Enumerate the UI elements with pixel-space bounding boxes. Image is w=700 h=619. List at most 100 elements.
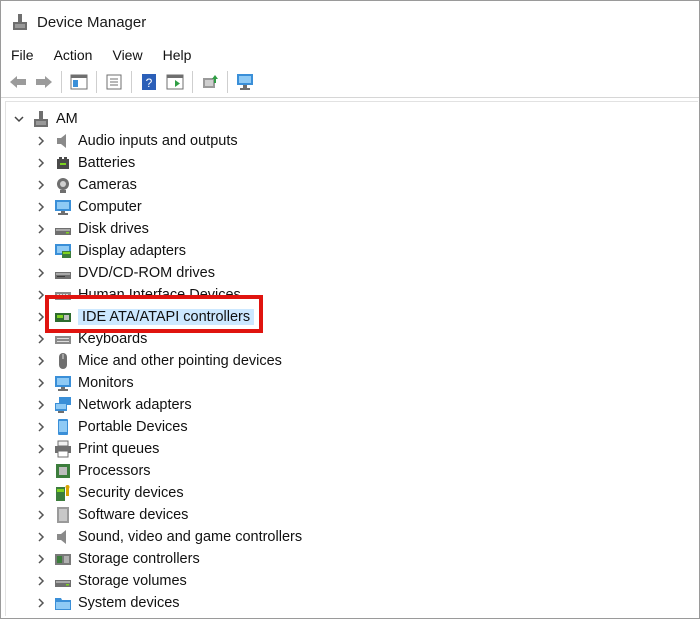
monitor-icon <box>54 198 72 216</box>
tree-item-label: Processors <box>78 463 151 479</box>
tree-item-disk-drives[interactable]: Disk drives <box>34 218 149 240</box>
processor-icon <box>54 462 72 480</box>
window-title: Device Manager <box>37 13 147 31</box>
tree-item-cameras[interactable]: Cameras <box>34 174 137 196</box>
tree-item-label: Cameras <box>78 177 137 193</box>
tree-item-label: System devices <box>78 595 180 611</box>
tree-item-print-queues[interactable]: Print queues <box>34 438 159 460</box>
tree-item-label: Monitors <box>78 375 134 391</box>
network-icon <box>54 396 72 414</box>
chevron-right-icon[interactable] <box>34 398 48 412</box>
system-folder-icon <box>54 594 72 612</box>
mouse-icon <box>54 352 72 370</box>
tree-item-label: Audio inputs and outputs <box>78 133 238 149</box>
tree-item-dvd[interactable]: DVD/CD-ROM drives <box>34 262 215 284</box>
device-tree: AM Audio inputs and outputs Batteries Ca… <box>5 101 698 616</box>
title-bar: Device Manager <box>1 1 699 43</box>
tree-item-system-devices[interactable]: System devices <box>34 592 180 614</box>
toolbar-separator <box>61 71 62 93</box>
device-manager-window: Device Manager File Action View Help ? A… <box>0 0 700 619</box>
speaker-icon <box>54 528 72 546</box>
menu-file[interactable]: File <box>11 47 34 63</box>
menu-help[interactable]: Help <box>163 47 192 63</box>
update-driver-icon[interactable] <box>199 71 221 93</box>
menu-view[interactable]: View <box>112 47 142 63</box>
tree-item-label: Security devices <box>78 485 184 501</box>
chevron-right-icon[interactable] <box>34 420 48 434</box>
tree-item-label: Disk drives <box>78 221 149 237</box>
tree-item-label: Storage volumes <box>78 573 187 589</box>
tree-item-software[interactable]: Software devices <box>34 504 188 526</box>
tree-item-audio[interactable]: Audio inputs and outputs <box>34 130 238 152</box>
svg-text:?: ? <box>146 76 153 90</box>
tree-item-security[interactable]: Security devices <box>34 482 184 504</box>
chevron-right-icon[interactable] <box>34 156 48 170</box>
storage-controller-icon <box>54 550 72 568</box>
tree-item-portable[interactable]: Portable Devices <box>34 416 188 438</box>
printer-icon <box>54 440 72 458</box>
tree-item-label: Mice and other pointing devices <box>78 353 282 369</box>
chevron-right-icon[interactable] <box>34 332 48 346</box>
chevron-right-icon[interactable] <box>34 464 48 478</box>
show-hide-tree-icon[interactable] <box>68 71 90 93</box>
chevron-right-icon[interactable] <box>34 574 48 588</box>
toolbar-separator <box>96 71 97 93</box>
chevron-right-icon[interactable] <box>34 508 48 522</box>
chevron-right-icon[interactable] <box>34 596 48 610</box>
tree-item-label: Batteries <box>78 155 136 171</box>
chevron-right-icon[interactable] <box>34 134 48 148</box>
disk-icon <box>54 220 72 238</box>
tree-item-label: Print queues <box>78 441 160 457</box>
tree-item-label: Storage controllers <box>78 551 200 567</box>
tree-root-label: AM <box>56 111 78 127</box>
properties-icon[interactable] <box>103 71 125 93</box>
security-icon <box>54 484 72 502</box>
chevron-right-icon[interactable] <box>34 442 48 456</box>
chevron-right-icon[interactable] <box>34 266 48 280</box>
software-device-icon <box>54 506 72 524</box>
monitor-icon <box>54 374 72 392</box>
chevron-down-icon[interactable] <box>12 112 26 126</box>
tree-item-label: Network adapters <box>78 397 192 413</box>
chevron-right-icon[interactable] <box>34 376 48 390</box>
toolbar-separator <box>227 71 228 93</box>
camera-icon <box>54 176 72 194</box>
forward-icon[interactable] <box>33 71 55 93</box>
chevron-right-icon[interactable] <box>34 222 48 236</box>
tree-item-network[interactable]: Network adapters <box>34 394 192 416</box>
toolbar-separator <box>192 71 193 93</box>
tree-item-monitors[interactable]: Monitors <box>34 372 134 394</box>
help-icon[interactable]: ? <box>138 71 160 93</box>
battery-icon <box>54 154 72 172</box>
toolbar: ? <box>1 67 699 98</box>
chevron-right-icon[interactable] <box>34 200 48 214</box>
tree-item-batteries[interactable]: Batteries <box>34 152 135 174</box>
speaker-icon <box>54 132 72 150</box>
tree-item-processors[interactable]: Processors <box>34 460 151 482</box>
tree-item-label: Sound, video and game controllers <box>78 529 303 545</box>
back-icon[interactable] <box>7 71 29 93</box>
tree-item-display-adapters[interactable]: Display adapters <box>34 240 186 262</box>
tree-item-label: Display adapters <box>78 243 186 259</box>
menu-action[interactable]: Action <box>54 47 93 63</box>
tree-item-storage-volumes[interactable]: Storage volumes <box>34 570 187 592</box>
menu-bar: File Action View Help <box>1 43 699 67</box>
chevron-right-icon[interactable] <box>34 354 48 368</box>
tree-item-label: DVD/CD-ROM drives <box>78 265 215 281</box>
tree-item-storage-controllers[interactable]: Storage controllers <box>34 548 200 570</box>
tree-item-computer[interactable]: Computer <box>34 196 142 218</box>
chevron-right-icon[interactable] <box>34 552 48 566</box>
action-pane-icon[interactable] <box>164 71 186 93</box>
tree-item-mice[interactable]: Mice and other pointing devices <box>34 350 282 372</box>
chevron-right-icon[interactable] <box>34 530 48 544</box>
chevron-right-icon[interactable] <box>34 486 48 500</box>
scan-hardware-icon[interactable] <box>234 71 256 93</box>
tree-item-label: Keyboards <box>78 331 148 347</box>
computer-root-icon <box>32 110 50 128</box>
chevron-right-icon[interactable] <box>34 178 48 192</box>
tree-item-sound-video-game[interactable]: Sound, video and game controllers <box>34 526 302 548</box>
toolbar-separator <box>131 71 132 93</box>
highlight-box <box>45 295 263 333</box>
chevron-right-icon[interactable] <box>34 244 48 258</box>
tree-root[interactable]: AM <box>12 108 78 130</box>
